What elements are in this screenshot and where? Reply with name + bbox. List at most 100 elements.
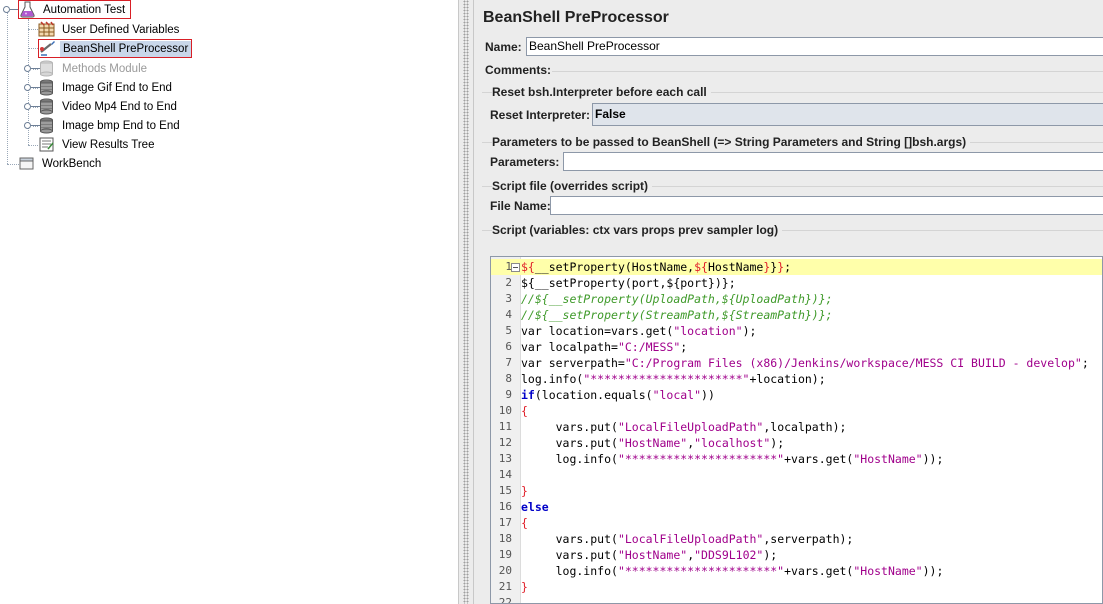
thread-group-icon (38, 98, 55, 115)
expand-toggle-root[interactable] (3, 6, 19, 13)
code-text: } (521, 580, 528, 594)
parameters-input[interactable] (563, 152, 1103, 171)
thread-group-icon (38, 117, 55, 134)
tree-node-methods-module[interactable]: Methods Module (38, 59, 150, 78)
tree-node-workbench[interactable]: WorkBench (18, 154, 104, 173)
line-number: 3 (505, 292, 512, 305)
listener-icon (38, 136, 55, 153)
tree-node-label: Automation Test (43, 3, 126, 16)
tree-node-label: BeanShell PreProcessor (60, 40, 192, 57)
tree-node-image-gif-end-to-end[interactable]: Image Gif End to End (38, 78, 175, 97)
line-number: 14 (498, 468, 512, 481)
code-line[interactable]: 7 var serverpath="C:/Program Files (x86)/… (491, 355, 1102, 371)
name-input[interactable]: BeanShell PreProcessor (526, 37, 1103, 56)
code-line[interactable]: 5 var location=vars.get("location"); (491, 323, 1102, 339)
line-number: 22 (498, 596, 512, 604)
tree-node-label: Image bmp End to End (62, 119, 180, 132)
code-text: ${__setProperty(port,${port})}; (521, 276, 736, 290)
expand-toggle-methods-module[interactable] (24, 65, 40, 72)
code-line[interactable]: 4 //${__setProperty(StreamPath,${StreamPa… (491, 307, 1102, 323)
script-editor[interactable]: 1 ${__setProperty(HostName,${HostName}}};… (490, 256, 1103, 604)
code-text: log.info("**********************"+vars.g… (521, 452, 944, 466)
code-text: else (521, 500, 549, 514)
line-number: 19 (498, 548, 512, 561)
expand-toggle-image-bmp[interactable] (24, 122, 40, 129)
code-text: vars.put("LocalFileUploadPath",serverpat… (521, 532, 854, 546)
tree-node-video-mp4-end-to-end[interactable]: Video Mp4 End to End (38, 97, 180, 116)
line-number: 20 (498, 564, 512, 577)
code-text: //${__setProperty(UploadPath,${UploadPat… (521, 292, 833, 306)
tree-node-label: Methods Module (62, 62, 148, 75)
line-number: 15 (498, 484, 512, 497)
tree-node-image-bmp-end-to-end[interactable]: Image bmp End to End (38, 116, 183, 135)
code-line[interactable]: 2 ${__setProperty(port,${port})}; (491, 275, 1102, 291)
code-line[interactable]: 16 else (491, 499, 1102, 515)
tree-connector (7, 12, 8, 164)
script-file-group-title: Script file (overrides script) (492, 179, 653, 193)
pane-splitter[interactable] (458, 0, 474, 604)
code-line[interactable]: 1 ${__setProperty(HostName,${HostName}}}; (491, 259, 1102, 275)
tree-node-view-results-tree[interactable]: View Results Tree (38, 135, 157, 154)
code-text: //${__setProperty(StreamPath,${StreamPat… (521, 308, 833, 322)
tree-node-beanshell-preprocessor[interactable]: BeanShell PreProcessor (38, 39, 193, 58)
reset-interpreter-select[interactable]: False (592, 103, 1103, 126)
line-number: 16 (498, 500, 512, 513)
line-number: 1 (505, 260, 512, 273)
code-text: var location=vars.get("location"); (521, 324, 757, 338)
code-line[interactable]: 3 //${__setProperty(UploadPath,${UploadPa… (491, 291, 1102, 307)
code-line[interactable]: 8 log.info("**********************"+locat… (491, 371, 1102, 387)
code-line[interactable]: 18 vars.put("LocalFileUploadPath",server… (491, 531, 1102, 547)
tree-node-test-plan[interactable]: Automation Test (18, 0, 132, 19)
code-line[interactable]: 14 (491, 467, 1102, 483)
line-number: 11 (498, 420, 512, 433)
code-line[interactable]: 10 { (491, 403, 1102, 419)
line-number: 2 (505, 276, 512, 289)
code-line[interactable]: 12 vars.put("HostName","localhost"); (491, 435, 1102, 451)
code-text: vars.put("HostName","localhost"); (521, 436, 785, 450)
code-line[interactable]: 15} (491, 483, 1102, 499)
reset-group-title: Reset bsh.Interpreter before each call (492, 85, 711, 99)
tree-node-user-defined-variables[interactable]: User Defined Variables (38, 20, 182, 39)
script-group-title: Script (variables: ctx vars props prev s… (492, 223, 783, 237)
line-number: 17 (498, 516, 512, 529)
expand-toggle-image-gif[interactable] (24, 84, 40, 91)
element-config-panel: BeanShell PreProcessor Name: BeanShell P… (474, 0, 1103, 604)
code-text: vars.put("LocalFileUploadPath",localpath… (521, 420, 847, 434)
workbench-icon (18, 155, 35, 172)
line-number: 6 (505, 340, 512, 353)
fold-toggle-icon[interactable] (511, 263, 520, 272)
line-number: 9 (505, 388, 512, 401)
preprocessor-icon (39, 40, 56, 57)
code-text: var serverpath="C:/Program Files (x86)/J… (521, 356, 1089, 370)
code-line[interactable]: 17 { (491, 515, 1102, 531)
tree-node-label: Video Mp4 End to End (62, 100, 177, 113)
code-line[interactable]: 21} (491, 579, 1102, 595)
thread-group-icon (38, 79, 55, 96)
parameters-group-title: Parameters to be passed to BeanShell (=>… (492, 135, 971, 149)
code-text: ${__setProperty(HostName,${HostName}}}; (521, 260, 792, 274)
file-name-input[interactable] (550, 196, 1103, 215)
comments-area[interactable] (552, 71, 1103, 72)
code-line[interactable]: 13 log.info("**********************"+var… (491, 451, 1102, 467)
code-line[interactable]: 19 vars.put("HostName","DDS9L102"); (491, 547, 1102, 563)
tree-node-label: WorkBench (42, 157, 102, 170)
code-text: if(location.equals("local")) (521, 388, 715, 402)
code-text: } (521, 484, 528, 498)
code-line[interactable]: 9 if(location.equals("local")) (491, 387, 1102, 403)
code-line[interactable]: 20 log.info("**********************"+var… (491, 563, 1102, 579)
tree-connector (28, 145, 38, 146)
code-line[interactable]: 6 var localpath="C:/MESS"; (491, 339, 1102, 355)
code-line[interactable]: 11 vars.put("LocalFileUploadPath",localp… (491, 419, 1102, 435)
line-number: 13 (498, 452, 512, 465)
code-line[interactable]: 22 (491, 595, 1102, 604)
thread-group-icon (38, 60, 55, 77)
tree-node-label: View Results Tree (62, 138, 155, 151)
test-plan-tree[interactable]: Automation Test User Defined Variables B… (0, 0, 458, 604)
tree-node-label: User Defined Variables (62, 23, 180, 36)
line-number: 4 (505, 308, 512, 321)
line-number: 10 (498, 404, 512, 417)
flask-icon (19, 1, 36, 18)
line-number: 7 (505, 356, 512, 369)
line-number: 21 (498, 580, 512, 593)
expand-toggle-video-mp4[interactable] (24, 103, 40, 110)
